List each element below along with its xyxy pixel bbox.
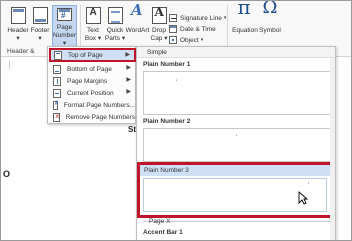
gallery-section-header: Simple xyxy=(137,47,335,58)
mouse-pointer-icon xyxy=(298,191,308,205)
document-left-letter: O xyxy=(3,169,11,179)
word-window: Header ▾ Footer ▾ Page Number ▾ Text Box… xyxy=(0,0,352,241)
header-button[interactable]: Header ▾ xyxy=(7,5,29,49)
equation-button-label: Equation xyxy=(232,27,258,34)
header-button-label: Header xyxy=(7,27,29,34)
wordart-icon xyxy=(130,6,145,24)
menu-item-label: Remove Page Numbers xyxy=(65,113,135,121)
drop-cap-button[interactable]: Drop Cap ▾ xyxy=(150,5,168,49)
menu-item-label: Page Margins xyxy=(67,77,108,85)
submenu-arrow-icon: ▶ xyxy=(126,89,131,95)
footer-button-label: Footer xyxy=(30,27,50,34)
menu-item-label: Top of Page xyxy=(68,51,103,59)
equation-button[interactable]: Equation xyxy=(232,3,258,49)
quick-parts-icon xyxy=(107,7,123,24)
ruler-mark xyxy=(9,61,10,69)
gallery-item-plain-number-2[interactable]: ' xyxy=(143,128,331,162)
menu-item-format-page-numbers[interactable]: Format Page Numbers... xyxy=(50,99,135,111)
top-of-page-gallery: Simple Plain Number 1 ' Plain Number 2 '… xyxy=(136,46,336,240)
page-number-button[interactable]: Page Number ▾ xyxy=(52,5,77,49)
page-number-icon xyxy=(57,8,72,21)
gallery-item-plain-number-1[interactable]: ' xyxy=(143,71,331,115)
wordart-button-label: WordArt xyxy=(125,27,150,34)
page-number-preview: ' xyxy=(236,135,238,141)
date-time-icon xyxy=(169,25,177,33)
quick-parts-button-sub: Parts ▾ xyxy=(104,35,126,42)
gallery-item-accent-bar-1[interactable]: Accent Bar 1 xyxy=(143,229,183,236)
footer-button[interactable]: Footer ▾ xyxy=(29,5,51,49)
submenu-arrow-icon: ▶ xyxy=(125,52,130,58)
header-icon xyxy=(10,7,26,24)
top-of-page-icon xyxy=(54,50,62,60)
footer-button-caret: ▾ xyxy=(38,35,42,42)
header-button-caret: ▾ xyxy=(16,35,20,42)
page-number-preview: ' xyxy=(308,183,310,189)
text-box-button[interactable]: Text Box ▾ xyxy=(83,5,103,49)
symbol-button[interactable]: Symbol xyxy=(259,4,281,49)
header-footer-group-label: Header & xyxy=(7,48,35,55)
menu-item-label: Format Page Numbers... xyxy=(63,101,135,109)
gallery-item-title: Plain Number 2 xyxy=(143,118,191,125)
menu-item-top-of-page[interactable]: Top of Page ▶ xyxy=(49,48,136,62)
symbol-button-label: Symbol xyxy=(259,27,281,34)
format-page-numbers-icon xyxy=(53,100,58,110)
drop-cap-icon xyxy=(151,7,167,24)
menu-item-label: Current Position xyxy=(67,89,114,97)
remove-page-numbers-icon xyxy=(53,112,60,122)
gallery-item-page-x[interactable]: Page X xyxy=(149,218,170,225)
quick-parts-button[interactable]: Quick Parts ▾ xyxy=(104,5,126,49)
date-time-button[interactable]: Date & Time xyxy=(169,24,216,34)
page-number-preview: ' xyxy=(176,80,178,86)
page-number-menu: Top of Page ▶ Bottom of Page ▶ Page Marg… xyxy=(47,46,136,124)
gallery-item-plain-number-3[interactable]: Plain Number 3 ' xyxy=(137,162,333,218)
text-box-button-sub: Box ▾ xyxy=(84,35,102,42)
current-position-icon xyxy=(53,88,61,98)
pi-icon xyxy=(238,3,253,24)
menu-item-remove-page-numbers[interactable]: Remove Page Numbers xyxy=(50,111,135,123)
gallery-item-preview: ' xyxy=(143,178,327,212)
drop-cap-button-label: Drop xyxy=(151,27,167,34)
menu-item-bottom-of-page[interactable]: Bottom of Page ▶ xyxy=(50,63,135,75)
text-box-button-label: Text xyxy=(87,27,99,34)
signature-line-icon xyxy=(169,14,177,22)
object-caret: ▾ xyxy=(200,37,204,43)
drop-cap-button-sub: Cap ▾ xyxy=(150,35,168,42)
signature-line-label: Signature Line xyxy=(180,14,222,22)
gallery-item-title: Plain Number 1 xyxy=(143,61,191,68)
text-box-icon xyxy=(85,7,101,24)
gallery-divider xyxy=(143,221,331,222)
page-number-button-label: Page xyxy=(56,24,73,31)
omega-icon xyxy=(263,4,278,24)
date-time-label: Date & Time xyxy=(180,25,216,33)
signature-line-button[interactable]: Signature Line ▾ xyxy=(169,13,226,23)
submenu-arrow-icon: ▶ xyxy=(126,77,131,83)
menu-item-label: Bottom of Page xyxy=(67,65,112,73)
gallery-item-title: Plain Number 3 xyxy=(140,165,330,176)
quick-parts-button-label: Quick xyxy=(106,27,124,34)
footer-icon xyxy=(32,7,48,24)
submenu-arrow-icon: ▶ xyxy=(126,65,131,71)
page-margins-icon xyxy=(53,76,61,86)
object-button[interactable]: Object ▾ xyxy=(169,35,203,45)
menu-item-current-position[interactable]: Current Position ▶ xyxy=(50,87,135,99)
gallery-scrollbar[interactable] xyxy=(330,58,335,240)
wordart-button[interactable]: WordArt xyxy=(125,5,150,49)
menu-item-page-margins[interactable]: Page Margins ▶ xyxy=(50,75,135,87)
object-label: Object xyxy=(180,36,199,44)
object-icon xyxy=(169,36,177,44)
bottom-of-page-icon xyxy=(53,64,61,74)
